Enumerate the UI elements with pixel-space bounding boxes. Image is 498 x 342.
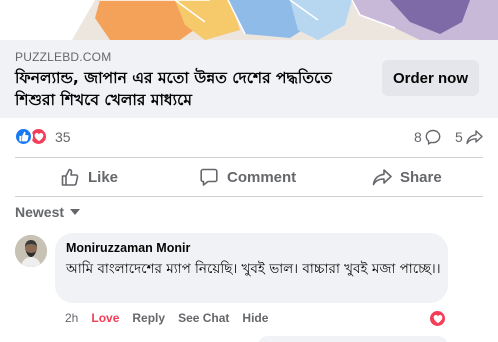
reaction-icons[interactable] [14, 127, 48, 146]
share-label: Share [400, 168, 442, 186]
comment-timestamp[interactable]: 2h [65, 311, 78, 325]
reactions-summary: 35 8 5 [0, 118, 498, 156]
share-arrow-icon [466, 130, 483, 145]
comment-author[interactable]: Moniruzzaman Monir [66, 241, 190, 255]
comment-love-button[interactable]: Love [91, 311, 119, 325]
like-icon [14, 127, 33, 146]
thumbs-up-icon [61, 168, 79, 186]
shares-count-value: 5 [455, 129, 463, 145]
comment-bubble: Moniruzzaman Monir আমি বাংলাদেশের ম্যাপ … [55, 233, 448, 303]
avatar[interactable] [15, 235, 47, 267]
like-label: Like [88, 168, 119, 186]
comment-label: Comment [227, 168, 297, 186]
comment-text: আমি বাংলাদেশের ম্যাপ নিয়েছি। খুবই ভাল। … [66, 261, 441, 277]
ad-domain: PUZZLEBD.COM [15, 50, 112, 64]
comments-count-value: 8 [414, 129, 422, 145]
ad-headline[interactable]: ফিনল্যান্ড, জাপান এর মতো উন্নত দেশের পদ্… [15, 67, 365, 111]
love-icon[interactable] [428, 309, 447, 328]
comment-sort-label: Newest [15, 204, 65, 220]
share-icon [372, 169, 392, 186]
caret-down-icon [70, 209, 81, 215]
comment-actions: 2h Love Reply See Chat Hide [65, 311, 268, 325]
comments-count[interactable]: 8 [414, 129, 441, 145]
post-actions: Like Comment Share [0, 158, 498, 196]
comment-sort-dropdown[interactable]: Newest [15, 204, 81, 220]
comment-bubble-icon [425, 129, 441, 145]
share-button[interactable]: Share [372, 161, 442, 193]
like-button[interactable]: Like [60, 161, 118, 193]
reaction-count[interactable]: 35 [55, 129, 71, 145]
next-comment-bubble [258, 336, 448, 342]
order-now-button[interactable]: Order now [382, 60, 479, 96]
shares-count[interactable]: 5 [455, 129, 483, 145]
comment-hide-button[interactable]: Hide [242, 311, 268, 325]
comment-icon [200, 168, 218, 186]
comment-button[interactable]: Comment [199, 161, 296, 193]
comment-see-chat-button[interactable]: See Chat [178, 311, 229, 325]
comment-reply-button[interactable]: Reply [132, 311, 165, 325]
divider [15, 196, 483, 197]
ad-image[interactable] [0, 0, 498, 40]
ad-link-preview[interactable]: PUZZLEBD.COM ফিনল্যান্ড, জাপান এর মতো উন… [0, 40, 498, 118]
